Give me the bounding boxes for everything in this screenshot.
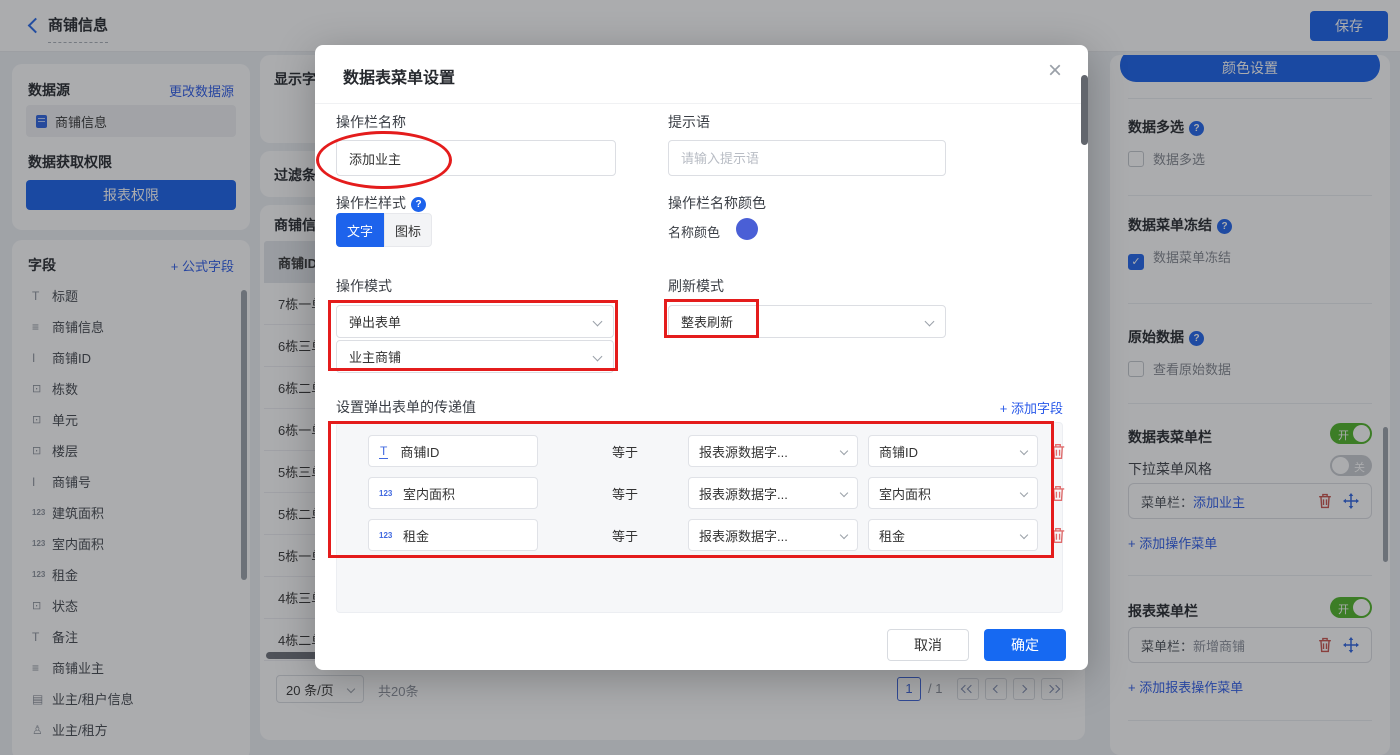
action-mode-select[interactable]: 弹出表单 <box>336 305 614 338</box>
field-name: 商铺ID <box>400 444 440 460</box>
help-icon[interactable]: ? <box>411 197 426 212</box>
text-icon: T <box>379 443 389 459</box>
transfer-row: 123 室内面积 等于 报表源数据字... 室内面积 <box>337 477 1065 509</box>
close-icon[interactable]: × <box>1048 57 1062 85</box>
table-menu-settings-modal: 数据表菜单设置 × 操作栏名称 提示语 操作栏样式? 文字 图标 操作栏名称颜色… <box>315 45 1088 670</box>
action-name-label: 操作栏名称 <box>336 114 406 130</box>
source-select[interactable]: 报表源数据字... <box>688 477 858 509</box>
divider <box>315 103 1088 104</box>
field-name-box[interactable]: T 商铺ID <box>368 435 538 467</box>
trash-icon[interactable] <box>1050 485 1066 502</box>
modal-scrollbar[interactable] <box>1081 75 1088 145</box>
tip-input[interactable] <box>668 140 946 176</box>
value-select[interactable]: 租金 <box>868 519 1038 551</box>
number-icon: 123 <box>379 530 393 540</box>
add-field-link[interactable]: + 添加字段 <box>1000 398 1063 417</box>
trash-icon[interactable] <box>1050 443 1066 460</box>
chevron-down-icon <box>1019 446 1029 456</box>
action-target-select[interactable]: 业主商铺 <box>336 340 614 373</box>
name-color-label: 操作栏名称颜色 <box>668 195 766 211</box>
action-name-input[interactable] <box>336 140 616 176</box>
tip-label: 提示语 <box>668 114 710 130</box>
chevron-down-icon <box>839 530 849 540</box>
operator-label: 等于 <box>612 445 639 460</box>
transfer-title: 设置弹出表单的传递值 <box>336 399 476 415</box>
cancel-button[interactable]: 取消 <box>887 629 969 661</box>
color-swatch[interactable] <box>736 218 758 240</box>
chevron-down-icon <box>839 446 849 456</box>
value-select[interactable]: 商铺ID <box>868 435 1038 467</box>
value-select[interactable]: 室内面积 <box>868 477 1038 509</box>
refresh-mode-label: 刷新模式 <box>668 278 724 294</box>
style-tab[interactable]: 文字 <box>336 213 384 247</box>
action-mode-label: 操作模式 <box>336 278 392 294</box>
operator-label: 等于 <box>612 487 639 502</box>
name-color-text: 名称颜色 <box>668 225 721 240</box>
confirm-button[interactable]: 确定 <box>984 629 1066 661</box>
chevron-down-icon <box>1019 530 1029 540</box>
chevron-down-icon <box>1019 488 1029 498</box>
chevron-down-icon <box>592 316 603 327</box>
chevron-down-icon <box>839 488 849 498</box>
refresh-mode-select[interactable]: 整表刷新 <box>668 305 946 338</box>
transfer-row: T 商铺ID 等于 报表源数据字... 商铺ID <box>337 435 1065 467</box>
source-select[interactable]: 报表源数据字... <box>688 435 858 467</box>
operator-label: 等于 <box>612 529 639 544</box>
transfer-values-panel: T 商铺ID 等于 报表源数据字... 商铺ID 123 室内面积 等于 报表源… <box>336 422 1065 613</box>
transfer-row: 123 租金 等于 报表源数据字... 租金 <box>337 519 1065 551</box>
modal-title: 数据表菜单设置 <box>343 70 456 87</box>
source-select[interactable]: 报表源数据字... <box>688 519 858 551</box>
chevron-down-icon <box>924 316 935 327</box>
style-tab[interactable]: 图标 <box>384 213 432 247</box>
trash-icon[interactable] <box>1050 527 1066 544</box>
style-label: 操作栏样式? <box>336 193 426 213</box>
field-name-box[interactable]: 123 租金 <box>368 519 538 551</box>
field-name: 租金 <box>403 528 430 544</box>
field-name-box[interactable]: 123 室内面积 <box>368 477 538 509</box>
chevron-down-icon <box>592 351 603 362</box>
field-name: 室内面积 <box>403 486 456 502</box>
number-icon: 123 <box>379 488 393 498</box>
